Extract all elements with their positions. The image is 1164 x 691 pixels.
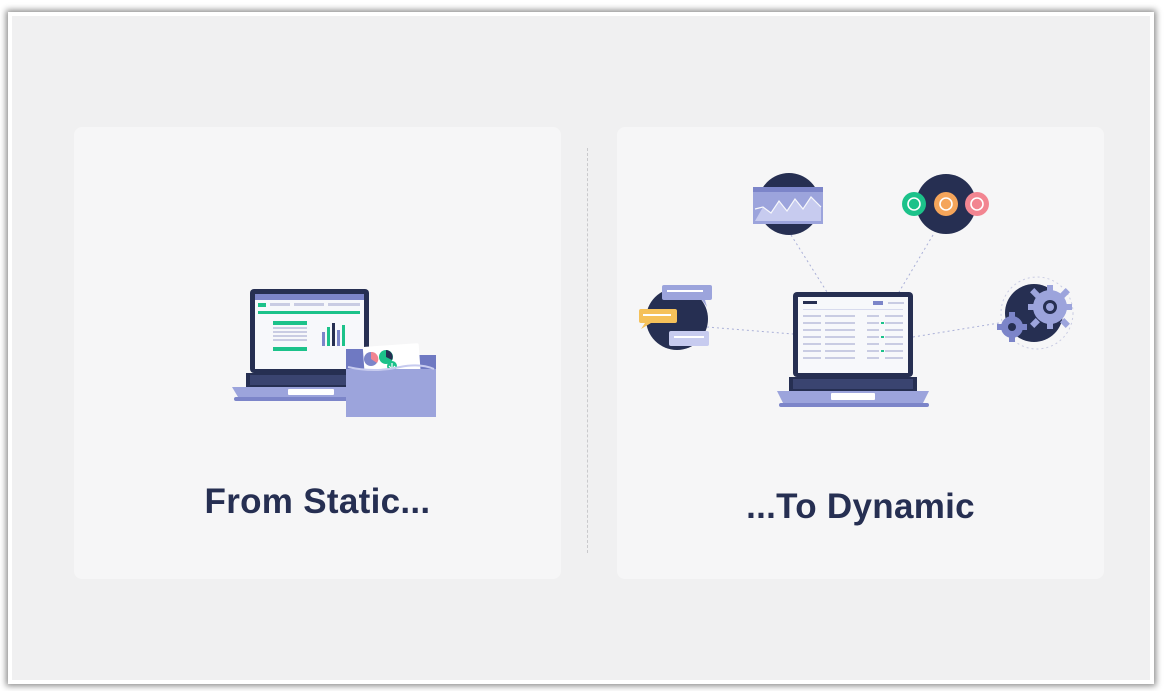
chart-card-icon [753, 173, 823, 235]
dynamic-caption: ...To Dynamic [746, 487, 975, 526]
chat-bubbles-icon [639, 285, 712, 350]
dynamic-panel: ...To Dynamic [617, 127, 1104, 579]
static-panel: From Static... [74, 127, 561, 579]
gears-icon [997, 276, 1074, 350]
slide-frame: From Static... ...To Dynamic [8, 12, 1154, 684]
panel-divider [587, 148, 588, 553]
static-caption: From Static... [204, 482, 431, 521]
status-dots-icon [902, 174, 989, 234]
